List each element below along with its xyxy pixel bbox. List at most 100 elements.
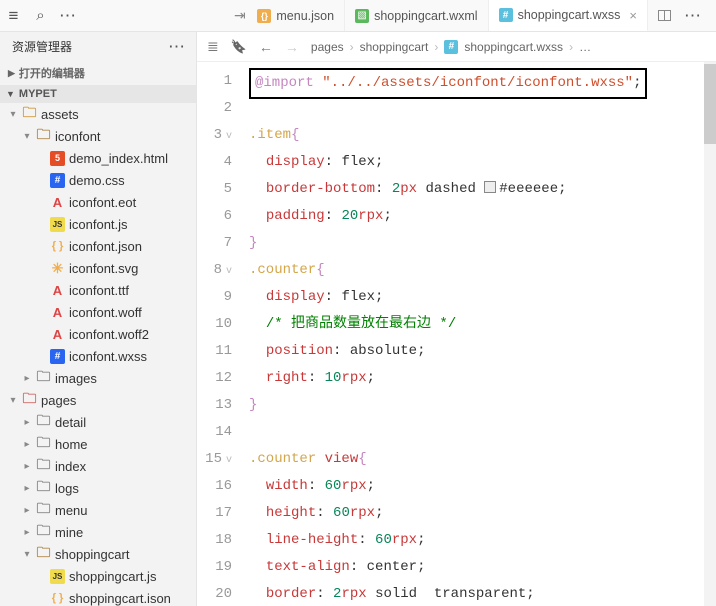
breadcrumb-seg[interactable]: shoppingcart [360, 40, 429, 54]
opened-editors-label: 打开的编辑器 [19, 65, 85, 81]
json-icon [50, 239, 65, 254]
code-line[interactable]: display: flex; [249, 284, 704, 311]
sidebar-more-icon[interactable] [169, 39, 184, 54]
opened-editors-section[interactable]: 打开的编辑器 [0, 61, 196, 85]
tree-row[interactable]: ▾assets [0, 103, 196, 125]
tree-row[interactable]: demo.css [0, 169, 196, 191]
code-line[interactable]: line-height: 60rpx; [249, 527, 704, 554]
bookmark-icon[interactable] [231, 39, 247, 55]
tree-row[interactable]: iconfont.json [0, 235, 196, 257]
tab-label: shoppingcart.wxml [374, 9, 478, 23]
search-icon[interactable] [33, 8, 48, 23]
line-gutter: 123v45678v9101112131415v1617181920 [197, 62, 243, 606]
code-line[interactable]: } [249, 392, 704, 419]
editor-tab[interactable]: shoppingcart.wxml [345, 0, 489, 31]
tree-item-label: iconfont.js [69, 217, 128, 232]
tree-row[interactable]: shoppingcart.js [0, 565, 196, 587]
tree-item-label: iconfont.wxss [69, 349, 147, 364]
breadcrumb-more[interactable]: … [579, 40, 591, 54]
tree-row[interactable]: iconfont.svg [0, 257, 196, 279]
tree-row[interactable]: ▾shoppingcart [0, 543, 196, 565]
code-line[interactable]: } [249, 230, 704, 257]
folder-red-icon [22, 393, 37, 408]
chevron-right-icon: ▸ [22, 417, 32, 428]
code-line[interactable] [249, 95, 704, 122]
code-line[interactable]: .counter{ [249, 257, 704, 284]
tree-item-label: iconfont.woff [69, 305, 142, 320]
tree-row[interactable]: iconfont.ttf [0, 279, 196, 301]
outline-icon[interactable] [207, 38, 219, 55]
project-section[interactable]: MYPET [0, 85, 196, 103]
line-number: 11 [197, 338, 232, 365]
editor-tab[interactable]: menu.json [247, 0, 345, 31]
tree-row[interactable]: ▾pages [0, 389, 196, 411]
nav-forward-icon[interactable] [285, 39, 299, 55]
tree-row[interactable]: ▸index [0, 455, 196, 477]
code-area[interactable]: @import "../../assets/iconfont/iconfont.… [243, 62, 704, 606]
publish-icon[interactable] [232, 8, 247, 23]
code-line[interactable]: @import "../../assets/iconfont/iconfont.… [249, 68, 704, 95]
gray-icon [36, 371, 51, 386]
tree-item-label: shoppingcart [55, 547, 129, 562]
tree-row[interactable]: ▸mine [0, 521, 196, 543]
js-icon [50, 569, 65, 584]
tree-row[interactable]: ▸logs [0, 477, 196, 499]
code-line[interactable]: border-bottom: 2px dashed #eeeeee; [249, 176, 704, 203]
svg-icon [50, 261, 65, 276]
code-line[interactable]: text-align: center; [249, 554, 704, 581]
code-line[interactable]: display: flex; [249, 149, 704, 176]
code-line[interactable]: /* 把商品数量放在最右边 */ [249, 311, 704, 338]
tree-row[interactable]: ▾iconfont [0, 125, 196, 147]
code-line[interactable] [249, 419, 704, 446]
tree-row[interactable]: demo_index.html [0, 147, 196, 169]
tree-row[interactable]: ▸images [0, 367, 196, 389]
tree-row[interactable]: iconfont.woff [0, 301, 196, 323]
code-line[interactable]: right: 10rpx; [249, 365, 704, 392]
nav-back-icon[interactable] [259, 39, 273, 55]
chevron-down-icon: ▾ [8, 109, 18, 120]
code-line[interactable]: border: 2rpx solid transparent; [249, 581, 704, 606]
code-line[interactable]: .counter view{ [249, 446, 704, 473]
line-number: 20 [197, 581, 232, 606]
panel-toggle-icon[interactable] [658, 10, 671, 21]
tree-item-label: iconfont.eot [69, 195, 136, 210]
code-line[interactable]: padding: 20rpx; [249, 203, 704, 230]
tree-row[interactable]: shoppingcart.ison [0, 587, 196, 606]
vertical-scrollbar[interactable] [704, 62, 716, 606]
js-icon [50, 217, 65, 232]
more-icon[interactable] [60, 8, 75, 23]
tree-item-label: iconfont.json [69, 239, 142, 254]
breadcrumb-seg[interactable]: shoppingcart.wxss [464, 40, 563, 54]
tab-label: menu.json [276, 9, 334, 23]
chevron-down-icon: ▾ [22, 131, 32, 142]
tree-row[interactable]: iconfont.eot [0, 191, 196, 213]
line-number: 18 [197, 527, 232, 554]
code-line[interactable]: .item{ [249, 122, 704, 149]
tree-row[interactable]: ▸detail [0, 411, 196, 433]
tree-item-label: iconfont.svg [69, 261, 138, 276]
gray-icon [36, 481, 51, 496]
scrollbar-thumb[interactable] [704, 64, 716, 144]
tree-row[interactable]: iconfont.wxss [0, 345, 196, 367]
tree-row[interactable]: iconfont.woff2 [0, 323, 196, 345]
tree-item-label: demo.css [69, 173, 125, 188]
tree-row[interactable]: ▸menu [0, 499, 196, 521]
tree-row[interactable]: iconfont.js [0, 213, 196, 235]
editor-tab[interactable]: shoppingcart.wxss× [489, 0, 648, 31]
tab-overflow-icon[interactable] [685, 8, 700, 23]
line-number: 17 [197, 500, 232, 527]
gray-icon [36, 525, 51, 540]
line-number: 2 [197, 95, 232, 122]
chevron-right-icon: ▸ [22, 439, 32, 450]
tree-item-label: pages [41, 393, 76, 408]
breadcrumb-seg[interactable]: pages [311, 40, 344, 54]
sidebar: 资源管理器 打开的编辑器 MYPET ▾assets▾iconfontdemo_… [0, 32, 197, 606]
tree-row[interactable]: ▸home [0, 433, 196, 455]
close-icon[interactable]: × [629, 8, 637, 23]
code-line[interactable]: position: absolute; [249, 338, 704, 365]
breadcrumb[interactable]: pages › shoppingcart › shoppingcart.wxss… [311, 40, 591, 54]
code-line[interactable]: width: 60rpx; [249, 473, 704, 500]
code-line[interactable]: height: 60rpx; [249, 500, 704, 527]
app-menu-icon[interactable] [6, 8, 21, 23]
tree-item-label: logs [55, 481, 79, 496]
